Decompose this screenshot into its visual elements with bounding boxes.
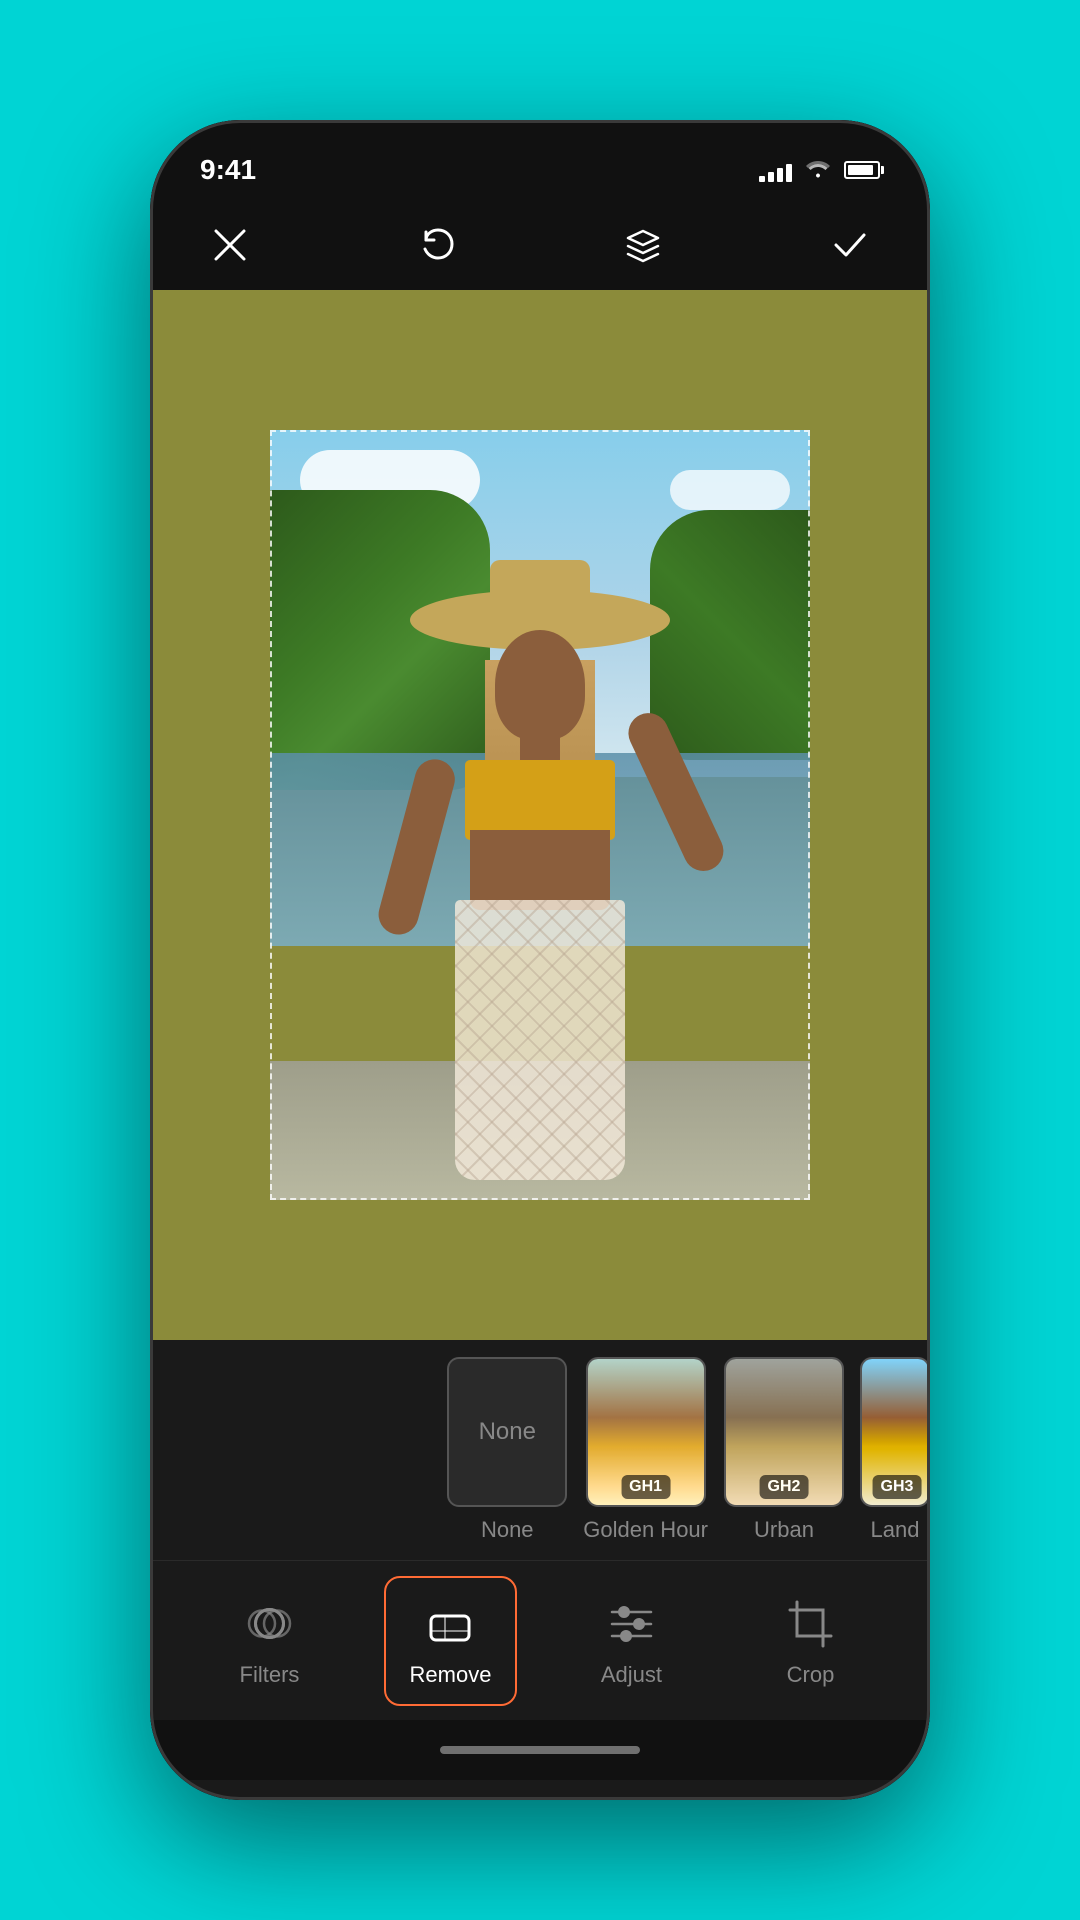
filter-gh1-badge: GH1 [621,1475,670,1499]
confirm-button[interactable] [820,215,880,275]
torso [470,830,610,910]
photo-container [270,430,810,1200]
undo-button[interactable] [407,215,467,275]
filter-golden-hour[interactable]: GH1 Golden Hour [583,1357,708,1543]
filter-gh1-thumb[interactable]: GH1 [586,1357,706,1507]
head [495,630,585,740]
mesh-skirt [455,900,625,1180]
status-bar: 9:41 [150,120,930,200]
filter-landscape[interactable]: GH3 Land [860,1357,930,1543]
canvas-area [150,290,930,1340]
filter-land-preview: GH3 [862,1359,930,1505]
filter-none[interactable]: None None [447,1357,567,1543]
battery-icon [844,161,880,179]
adjust-icon [601,1594,661,1654]
filter-gh2-preview: GH2 [726,1359,842,1505]
filter-gh1-preview: GH1 [588,1359,704,1505]
home-indicator [150,1720,930,1780]
layers-button[interactable] [613,215,673,275]
cloud-2 [670,470,790,510]
filter-gh2-thumb[interactable]: GH2 [724,1357,844,1507]
signal-icon [759,158,792,182]
tool-crop[interactable]: Crop [745,1578,875,1704]
status-icons [759,156,880,184]
filter-gh1-text: Golden Hour [583,1517,708,1543]
tool-adjust[interactable]: Adjust [566,1578,696,1704]
photo-image [270,430,810,1200]
bottom-toolbar: Filters Remove [150,1560,930,1720]
status-time: 9:41 [200,154,256,186]
filters-icon [240,1594,300,1654]
filter-land-thumb[interactable]: GH3 [860,1357,930,1507]
tool-remove-label: Remove [410,1662,492,1688]
filter-none-text: None [481,1517,534,1543]
filter-gh2-text: Urban [754,1517,814,1543]
tool-adjust-label: Adjust [601,1662,662,1688]
wifi-icon [804,156,832,184]
filter-none-label-inner: None [479,1418,536,1446]
filter-gh2-badge: GH2 [760,1475,809,1499]
remove-icon [420,1594,480,1654]
phone-screen: 9:41 [150,120,930,1800]
person-subject [400,560,680,1200]
close-button[interactable] [200,215,260,275]
tool-filters-label: Filters [240,1662,300,1688]
yellow-top [465,760,615,840]
filter-strip: None None GH1 Golden Hour [150,1340,930,1560]
tool-filters[interactable]: Filters [205,1578,335,1704]
home-bar [440,1746,640,1754]
top-toolbar [150,200,930,290]
tool-remove[interactable]: Remove [384,1576,518,1706]
bottom-panel: None None GH1 Golden Hour [150,1340,930,1800]
filter-land-text: Land [871,1517,920,1543]
filter-urban[interactable]: GH2 Urban [724,1357,844,1543]
hat-top [490,560,590,620]
phone-frame: 9:41 [150,120,930,1800]
filter-none-thumb[interactable]: None [447,1357,567,1507]
filter-land-badge: GH3 [873,1475,922,1499]
skirt-mesh-pattern [455,900,625,1180]
tool-crop-label: Crop [787,1662,835,1688]
crop-icon [780,1594,840,1654]
